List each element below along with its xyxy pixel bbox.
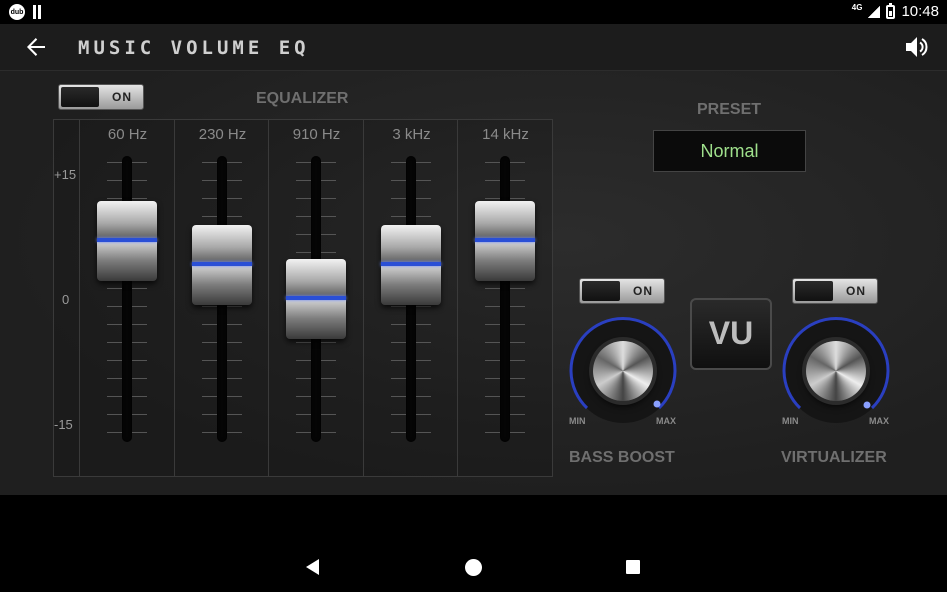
navigation-bar	[0, 495, 947, 592]
pause-notification-icon	[33, 5, 41, 19]
bass-boost-label: BASS BOOST	[569, 449, 675, 466]
bass-boost-max-label: MAX	[656, 416, 676, 426]
scale-bottom-label: -15	[54, 417, 73, 432]
slider-track	[122, 156, 132, 442]
scale-top-label: +15	[54, 167, 77, 182]
vu-meter-button[interactable]: VU	[690, 298, 772, 370]
eq-band-60hz: 60 Hz	[79, 120, 174, 476]
bass-boost-min-label: MIN	[569, 416, 586, 426]
app-title: MUSIC VOLUME EQ	[78, 37, 310, 59]
band-label: 60 Hz	[107, 126, 148, 143]
bass-boost-knob[interactable]	[565, 313, 681, 429]
scale-mid-label: 0	[62, 292, 70, 307]
slider-thumb-60hz[interactable]	[97, 200, 157, 281]
nav-back-icon[interactable]	[306, 559, 319, 575]
slider-track	[500, 156, 510, 442]
eq-band-910hz: 910 Hz	[268, 120, 363, 476]
slider-indicator-line	[97, 237, 157, 242]
slider-thumb-230hz[interactable]	[192, 225, 252, 306]
slider-indicator-line	[286, 296, 346, 300]
slider-thumb-910hz[interactable]	[286, 259, 346, 339]
slider-indicator-line	[381, 262, 441, 267]
network-type: 4G	[851, 3, 863, 12]
back-arrow-icon[interactable]	[22, 33, 50, 61]
slider-thumb-3khz[interactable]	[381, 225, 441, 306]
band-label: 3 kHz	[392, 126, 431, 143]
status-bar: dub 4G 10:48	[0, 0, 947, 24]
bass-boost-toggle-label: ON	[633, 284, 653, 298]
preset-selector[interactable]: Normal	[653, 130, 806, 172]
battery-icon	[886, 2, 896, 19]
status-time: 10:48	[901, 3, 939, 20]
bass-boost-knob-face[interactable]	[593, 341, 653, 401]
eq-band-3khz: 3 kHz	[363, 120, 458, 476]
slider-indicator-line	[475, 237, 535, 242]
nav-recents-icon[interactable]	[626, 560, 640, 574]
equalizer-title: EQUALIZER	[256, 90, 349, 107]
band-label: 230 Hz	[198, 126, 247, 143]
virtualizer-min-label: MIN	[782, 416, 799, 426]
band-label: 910 Hz	[292, 126, 341, 143]
equalizer-panel: +15 0 -15 60 Hz 230 Hz 910 Hz 3 kHz 14 k…	[53, 119, 553, 477]
virtualizer-max-label: MAX	[869, 416, 889, 426]
toggle-knob	[582, 281, 620, 301]
dub-app-icon: dub	[9, 4, 25, 20]
status-right: 4G 10:48	[851, 2, 939, 20]
virtualizer-knob[interactable]	[778, 313, 894, 429]
equalizer-toggle-label: ON	[112, 90, 132, 104]
preset-title: PRESET	[697, 101, 762, 118]
eq-band-230hz: 230 Hz	[174, 120, 269, 476]
virtualizer-label: VIRTUALIZER	[781, 449, 887, 466]
eq-band-14khz: 14 kHz	[457, 120, 552, 476]
toggle-knob	[61, 87, 99, 107]
screen: dub 4G 10:48 MUSIC VOLUME EQ ON EQUALIZE…	[0, 0, 947, 592]
band-label: 14 kHz	[482, 126, 529, 143]
app-bar: MUSIC VOLUME EQ	[0, 24, 947, 71]
virtualizer-knob-face[interactable]	[806, 341, 866, 401]
signal-icon	[868, 5, 881, 18]
virtualizer-toggle-label: ON	[846, 284, 866, 298]
bass-boost-toggle[interactable]: ON	[579, 278, 665, 304]
slider-thumb-14khz[interactable]	[475, 200, 535, 281]
main-panel: ON EQUALIZER +15 0 -15 60 Hz 230 Hz 910 …	[0, 71, 947, 495]
virtualizer-toggle[interactable]: ON	[792, 278, 878, 304]
nav-home-icon[interactable]	[465, 559, 482, 576]
toggle-knob	[795, 281, 833, 301]
equalizer-toggle[interactable]: ON	[58, 84, 144, 110]
slider-indicator-line	[192, 262, 252, 267]
volume-icon[interactable]	[903, 34, 929, 60]
status-left: dub	[9, 4, 41, 20]
